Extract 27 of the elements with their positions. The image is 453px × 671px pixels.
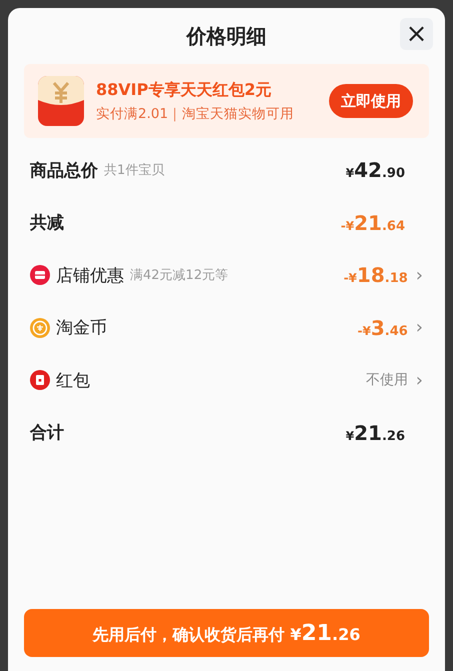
row-label: 商品总价 — [30, 160, 98, 182]
promo-detail: 实付满2.01｜淘宝天猫实物可用 — [96, 104, 296, 122]
chevron-icon[interactable]: › — [416, 264, 423, 286]
promo-headline: 88VIP专享天天红包2元 — [96, 80, 272, 100]
use-now-button[interactable]: 立即使用 — [329, 84, 413, 118]
row-amount: ¥21.26 — [346, 420, 405, 445]
row-amount: -¥21.64 — [340, 210, 405, 235]
row-status: 不使用 — [366, 371, 408, 390]
close-button[interactable]: × — [400, 18, 433, 50]
row-note: 共1件宝贝 — [104, 162, 166, 180]
row-label: 共减 — [30, 212, 64, 234]
row-amount: ¥42.90 — [346, 158, 405, 182]
row-label: 淘金币 — [56, 317, 107, 340]
envelope-icon — [30, 370, 50, 390]
row-label: 红包 — [56, 370, 90, 392]
shop-icon — [30, 265, 50, 286]
row-note: 满42元减12元等 — [130, 267, 230, 284]
coin-icon — [30, 318, 50, 338]
row-amount: -¥3.46 — [358, 316, 408, 340]
row-label: 合计 — [30, 422, 64, 444]
pay-button[interactable]: 先用后付，确认收货后再付 ¥21.26 — [24, 609, 429, 657]
chevron-icon[interactable]: › — [416, 370, 423, 391]
chevron-icon[interactable]: › — [416, 317, 423, 338]
row-label: 店铺优惠 — [56, 264, 124, 287]
sheet-title: 价格明细 — [186, 22, 266, 50]
row-amount: -¥18.18 — [344, 263, 408, 288]
envelope-icon — [36, 74, 86, 128]
